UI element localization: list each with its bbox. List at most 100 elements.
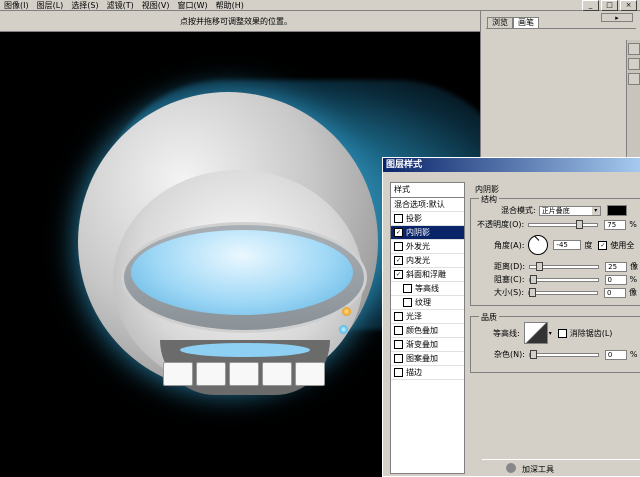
size-slider[interactable] [528,287,599,297]
style-checkbox[interactable] [403,284,412,293]
window-controls: _ □ × [582,0,637,11]
menu-item[interactable]: 选择(S) [67,0,102,11]
distance-slider[interactable] [529,261,600,271]
style-checkbox[interactable]: ✓ [394,228,403,237]
style-item[interactable]: 颜色叠加 [391,324,464,338]
style-item-label: 内阴影 [406,228,430,237]
style-item[interactable]: 光泽 [391,310,464,324]
contour-row: 等高线: ▾ 消除锯齿(L) [493,322,612,344]
tooth [262,362,292,386]
style-checkbox[interactable] [394,354,403,363]
menu-item[interactable]: 图像(I) [0,0,33,11]
choke-input[interactable]: 0 [604,274,627,285]
styles-header[interactable]: 样式 [391,183,464,198]
shadow-color-swatch[interactable] [606,205,627,216]
opacity-slider-thumb[interactable] [576,219,584,229]
maximize-button[interactable]: □ [601,0,618,11]
distance-label: 距离(D): [494,262,526,271]
robot-teeth [163,362,325,386]
palette-divider [486,28,636,31]
palette-tabs: 浏览 画笔 [487,17,539,28]
distance-slider-thumb[interactable] [536,261,544,271]
opacity-input[interactable]: 75 [604,219,627,230]
global-light-checkbox[interactable]: ✓ [598,240,608,250]
blend-mode-row: 混合模式: 正片叠底 ▾ [501,205,627,216]
noise-slider[interactable] [528,349,599,359]
style-checkbox[interactable]: ✓ [394,270,403,279]
palette-well: 浏览 画笔 ▸ [480,11,640,166]
tooth [295,362,325,386]
blend-mode-label: 混合模式: [501,206,536,215]
style-item[interactable]: 图案叠加 [391,352,464,366]
angle-input[interactable]: -45 [553,240,582,250]
style-item[interactable]: ✓ 斜面和浮雕 [391,268,464,282]
opacity-unit: % [629,220,637,229]
blue-light-icon [339,325,348,334]
tab-browse[interactable]: 浏览 [487,17,513,28]
style-item[interactable]: 等高线 [391,282,464,296]
menu-item[interactable]: 视图(V) [138,0,174,11]
choke-label: 阻塞(C): [494,275,525,284]
palette-icon[interactable] [628,43,640,55]
angle-dial-icon[interactable] [528,235,549,255]
menu-bar: 图像(I) 图层(L) 选择(S) 滤镜(T) 视图(V) 窗口(W) 帮助(H) [0,0,640,11]
size-label: 大小(S): [494,288,525,297]
choke-slider[interactable] [528,274,599,284]
noise-slider-thumb[interactable] [529,349,537,359]
menu-item[interactable]: 帮助(H) [212,0,248,11]
style-checkbox[interactable] [394,340,403,349]
blend-mode-select[interactable]: 正片叠底 ▾ [538,205,601,216]
size-slider-thumb[interactable] [529,287,537,297]
chevron-down-icon[interactable]: ▾ [549,330,552,337]
style-item-label: 投影 [406,214,422,223]
style-checkbox[interactable] [394,242,403,251]
size-input[interactable]: 0 [604,287,627,298]
distance-row: 距离(D): 25 像 [494,261,638,272]
chevron-down-icon: ▾ [591,206,600,215]
style-checkbox[interactable] [403,298,412,307]
palette-menu-button[interactable]: ▸ [601,13,633,22]
style-item[interactable]: ✓ 内发光 [391,254,464,268]
style-item[interactable]: 描边 [391,366,464,380]
noise-input[interactable]: 0 [604,349,627,360]
style-checkbox[interactable] [394,368,403,377]
style-item[interactable]: 渐变叠加 [391,338,464,352]
noise-label: 杂色(N): [494,350,525,359]
burn-tool-icon[interactable] [506,463,516,473]
global-light-label: 使用全 [610,240,635,250]
tooth [229,362,259,386]
antialias-checkbox[interactable] [557,328,567,338]
menu-item[interactable]: 图层(L) [33,0,68,11]
style-item[interactable]: 外发光 [391,240,464,254]
robot-mouth-glow [180,343,310,357]
style-checkbox[interactable] [394,326,403,335]
palette-icon[interactable] [628,73,640,85]
style-checkbox[interactable] [394,312,403,321]
choke-slider-thumb[interactable] [529,274,537,284]
tab-brushes[interactable]: 画笔 [513,17,539,28]
style-checkbox[interactable] [394,214,403,223]
close-button[interactable]: × [620,0,637,11]
distance-unit: 像 [630,262,639,271]
contour-preview[interactable] [523,322,548,344]
distance-input[interactable]: 25 [605,261,628,272]
burn-tool-label[interactable]: 加深工具 [522,464,554,475]
style-item[interactable]: 纹理 [391,296,464,310]
opacity-slider[interactable] [528,219,599,229]
tooth [196,362,226,386]
options-hint: 点按并拖移可调整效果的位置。 [180,17,292,26]
style-item-label: 斜面和浮雕 [406,270,446,279]
minimize-button[interactable]: _ [582,0,599,11]
size-unit: 像 [629,288,638,297]
style-item-label: 内发光 [406,256,430,265]
menu-item[interactable]: 窗口(W) [174,0,212,11]
status-taskbar: 加深工具 [482,459,640,476]
style-item-label: 等高线 [415,284,439,293]
menu-item[interactable]: 滤镜(T) [103,0,138,11]
style-item[interactable]: ✓ 内阴影 [391,226,464,240]
style-checkbox[interactable]: ✓ [394,256,403,265]
style-item[interactable]: 投影 [391,212,464,226]
palette-icon[interactable] [628,58,640,70]
choke-unit: % [629,275,638,284]
blend-options-item[interactable]: 混合选项:默认 [391,198,464,212]
